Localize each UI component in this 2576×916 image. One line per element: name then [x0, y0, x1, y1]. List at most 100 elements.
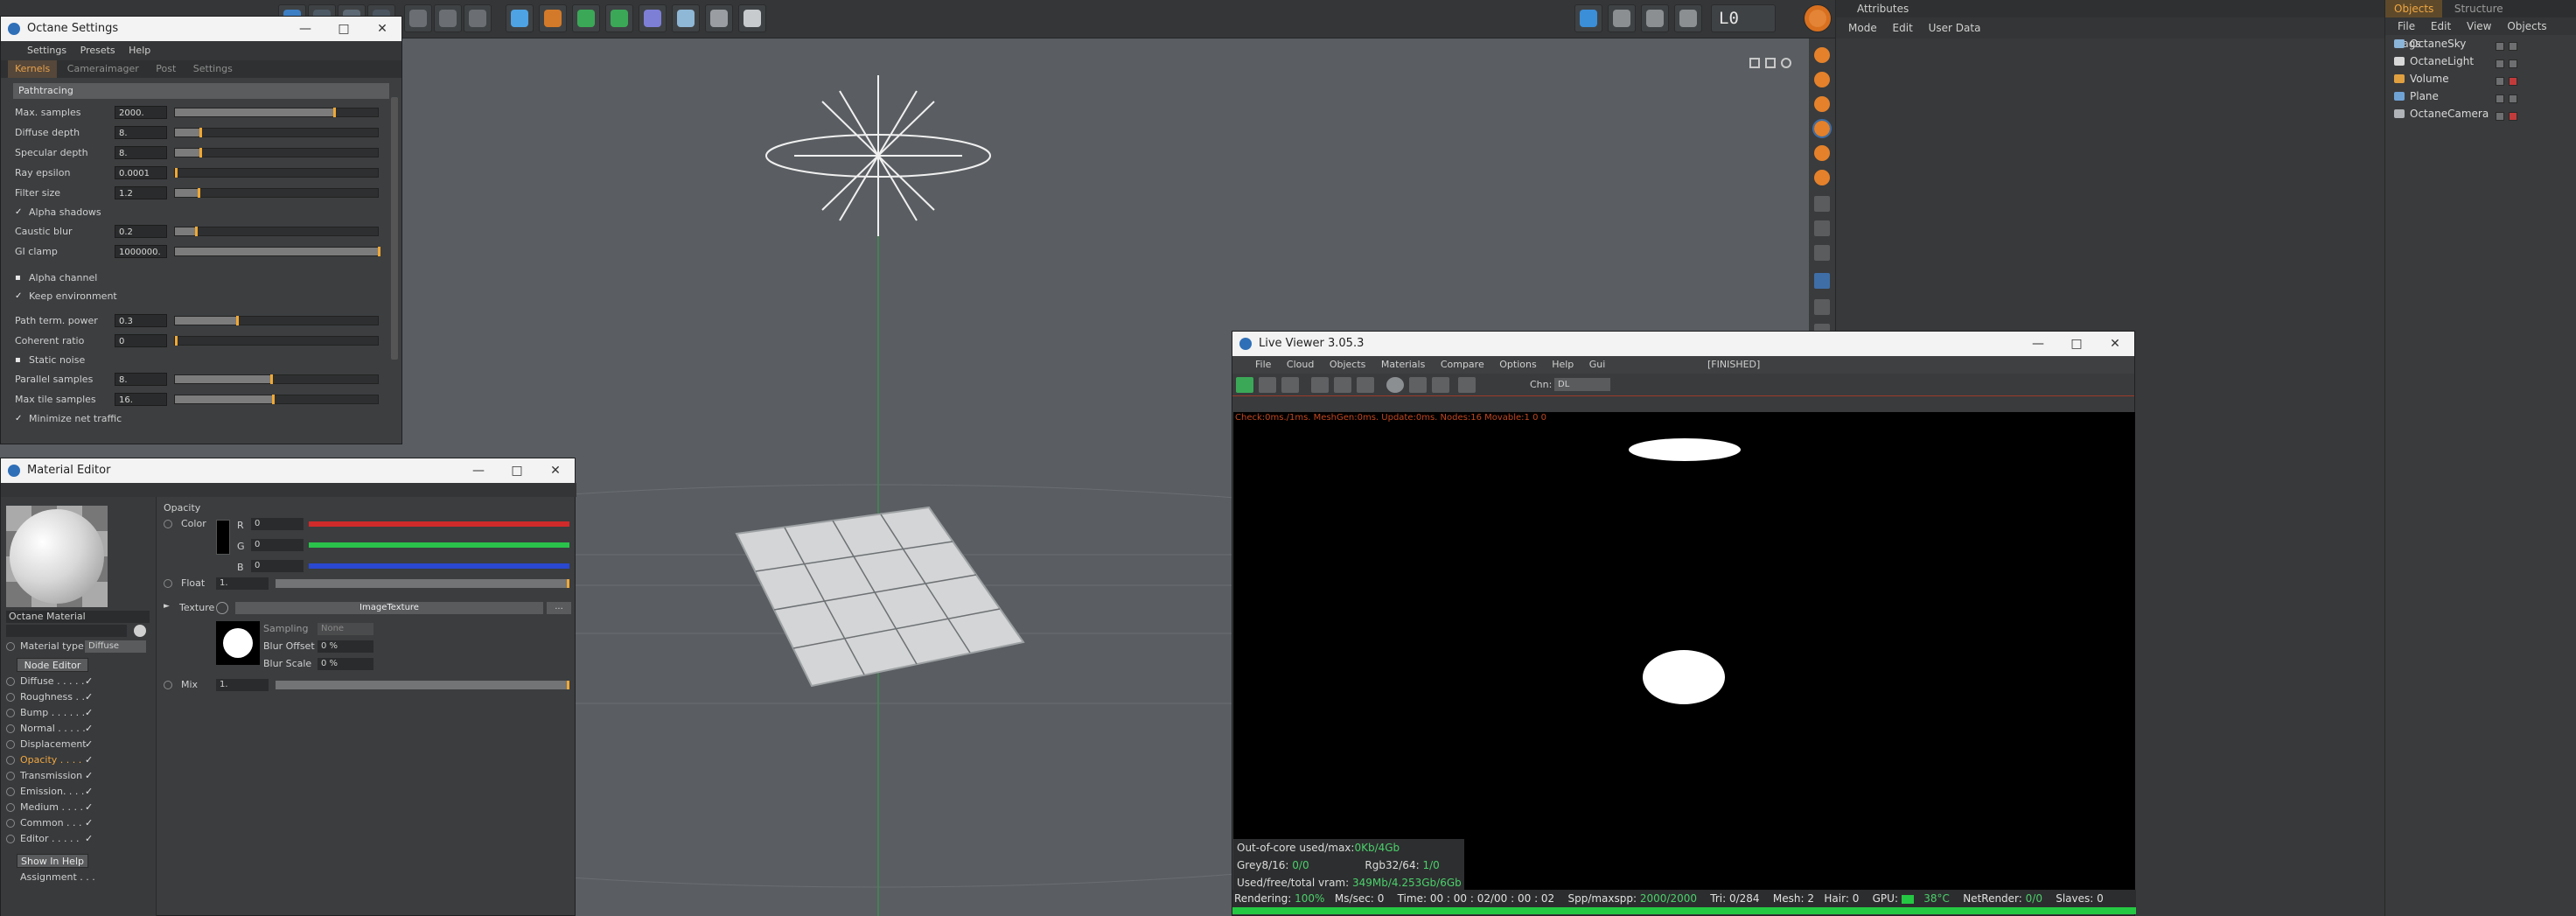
layout-button[interactable]: [1641, 4, 1669, 32]
mode-icon[interactable]: [1814, 72, 1830, 87]
channel-item[interactable]: Displacement ✓: [1, 737, 157, 752]
param-slider[interactable]: [174, 148, 379, 157]
blur-offset-field[interactable]: 0 %: [318, 640, 373, 653]
param-value-field[interactable]: 0.2: [115, 225, 167, 238]
check-icon[interactable]: ✓: [85, 705, 93, 721]
plane-object[interactable]: [735, 506, 1025, 688]
mode-icon[interactable]: [1814, 47, 1830, 63]
radio-icon[interactable]: [6, 803, 15, 812]
param-slider[interactable]: [174, 168, 379, 178]
light-button[interactable]: [738, 4, 766, 32]
checkbox-row[interactable]: ▪ Alpha channel: [1, 269, 401, 287]
mode-icon[interactable]: [1812, 119, 1832, 138]
checkbox-row[interactable]: ✓ Keep environment: [1, 287, 401, 305]
mode-icon[interactable]: [1814, 145, 1830, 161]
channel-item[interactable]: Transmission ✓: [1, 768, 157, 784]
tab-cameraimager[interactable]: Cameraimager: [60, 60, 146, 78]
mode-icon[interactable]: [1814, 170, 1830, 185]
settings-button[interactable]: [1608, 4, 1636, 32]
menu-file[interactable]: File: [2398, 20, 2415, 32]
deformer-button[interactable]: [639, 4, 667, 32]
minimize-icon[interactable]: —: [2019, 332, 2057, 356]
param-value-field[interactable]: 1000000.: [115, 245, 167, 258]
check-icon[interactable]: ✓: [85, 737, 93, 752]
channel-item[interactable]: Diffuse . . . . . ✓: [1, 674, 157, 689]
viewport-navigation[interactable]: [1749, 58, 1805, 70]
radio-icon[interactable]: [6, 740, 15, 749]
mode-icon[interactable]: [1814, 245, 1830, 261]
color-swatch[interactable]: [216, 520, 230, 555]
menu-materials[interactable]: Materials: [1381, 359, 1425, 370]
render-view-button[interactable]: [404, 4, 432, 32]
object-flags[interactable]: [2496, 108, 2522, 126]
check-icon[interactable]: ✓: [85, 768, 93, 784]
pin-icon[interactable]: [1458, 377, 1476, 393]
menu-objects[interactable]: Objects: [2507, 20, 2546, 32]
radio-icon[interactable]: [6, 819, 15, 828]
radio-icon[interactable]: [6, 756, 15, 765]
texture-field[interactable]: ImageTexture: [235, 602, 543, 614]
param-value-field[interactable]: 16.: [115, 393, 167, 406]
radio-icon[interactable]: [164, 681, 172, 689]
material-editor-titlebar[interactable]: Material Editor — □ ✕: [1, 458, 575, 483]
radio-icon[interactable]: [6, 835, 15, 843]
channel-item[interactable]: Common . . . ✓: [1, 815, 157, 831]
object-row[interactable]: Volume: [2385, 70, 2576, 87]
rotate-view-icon[interactable]: [1781, 58, 1791, 68]
param-value-field[interactable]: 8.: [115, 126, 167, 139]
check-icon[interactable]: ✓: [85, 815, 93, 831]
channel-b-slider[interactable]: [309, 563, 569, 569]
close-icon[interactable]: ✕: [536, 458, 575, 483]
checkbox-icon[interactable]: ▪: [15, 273, 24, 283]
param-value-field[interactable]: 2000.: [115, 106, 167, 119]
object-row[interactable]: OctaneSky: [2385, 35, 2576, 52]
param-slider[interactable]: [174, 247, 380, 256]
menu-file[interactable]: File: [1255, 359, 1271, 370]
checkbox-row[interactable]: ✓ Minimize net traffic: [1, 409, 401, 428]
menu-user-data[interactable]: User Data: [1929, 22, 1981, 34]
param-value-field[interactable]: 8.: [115, 146, 167, 159]
tab-post[interactable]: Post: [149, 60, 183, 78]
octane-settings-titlebar[interactable]: Octane Settings — □ ✕: [1, 17, 401, 41]
channel-b-field[interactable]: 0: [251, 560, 304, 572]
node-editor-button[interactable]: Node Editor: [17, 658, 88, 672]
render-canvas[interactable]: Check:0ms./1ms. MeshGen:0ms. Update:0ms.…: [1233, 412, 2135, 892]
menu-settings[interactable]: Settings: [27, 45, 66, 56]
zoom-view-icon[interactable]: [1765, 58, 1776, 68]
param-slider[interactable]: [174, 374, 379, 384]
radio-icon[interactable]: [6, 787, 15, 796]
mode-icon[interactable]: [1814, 299, 1830, 315]
snap-button[interactable]: [1804, 4, 1832, 32]
level-display[interactable]: L0: [1711, 4, 1776, 32]
maximize-icon[interactable]: □: [2057, 332, 2096, 356]
radio-icon[interactable]: [6, 709, 15, 717]
menu-gui[interactable]: Gui: [1589, 359, 1606, 370]
render-settings-button[interactable]: [464, 4, 492, 32]
octane-live-viewer-button[interactable]: [1574, 4, 1602, 32]
param-value-field[interactable]: 0: [115, 334, 167, 347]
expand-icon[interactable]: ►: [164, 602, 170, 611]
mix-field[interactable]: 1.: [216, 679, 269, 691]
light-object[interactable]: [765, 75, 991, 236]
check-icon[interactable]: ✓: [85, 721, 93, 737]
minimize-icon[interactable]: —: [459, 458, 498, 483]
tab-objects[interactable]: Objects: [2385, 0, 2443, 17]
radio-icon[interactable]: [6, 724, 15, 733]
grid-layout-button[interactable]: [1674, 4, 1702, 32]
pause-icon[interactable]: [1281, 377, 1299, 393]
cube-button[interactable]: [506, 4, 534, 32]
menu-options[interactable]: Options: [1499, 359, 1536, 370]
focus-picker-icon[interactable]: [1409, 377, 1427, 393]
close-icon[interactable]: ✕: [363, 17, 401, 41]
refresh-icon[interactable]: [1259, 377, 1276, 393]
mode-icon[interactable]: [1814, 96, 1830, 112]
object-row[interactable]: OctaneCamera: [2385, 105, 2576, 122]
material-options-icon[interactable]: [134, 625, 146, 637]
checkbox-icon[interactable]: ✓: [15, 207, 24, 217]
live-viewer-titlebar[interactable]: Live Viewer 3.05.3 — □ ✕: [1232, 332, 2134, 356]
blur-scale-field[interactable]: 0 %: [318, 658, 373, 670]
texture-more-button[interactable]: ...: [547, 602, 571, 614]
param-slider[interactable]: [174, 316, 379, 325]
channel-item[interactable]: Editor . . . . . ✓: [1, 831, 157, 847]
radio-icon[interactable]: [164, 520, 172, 528]
